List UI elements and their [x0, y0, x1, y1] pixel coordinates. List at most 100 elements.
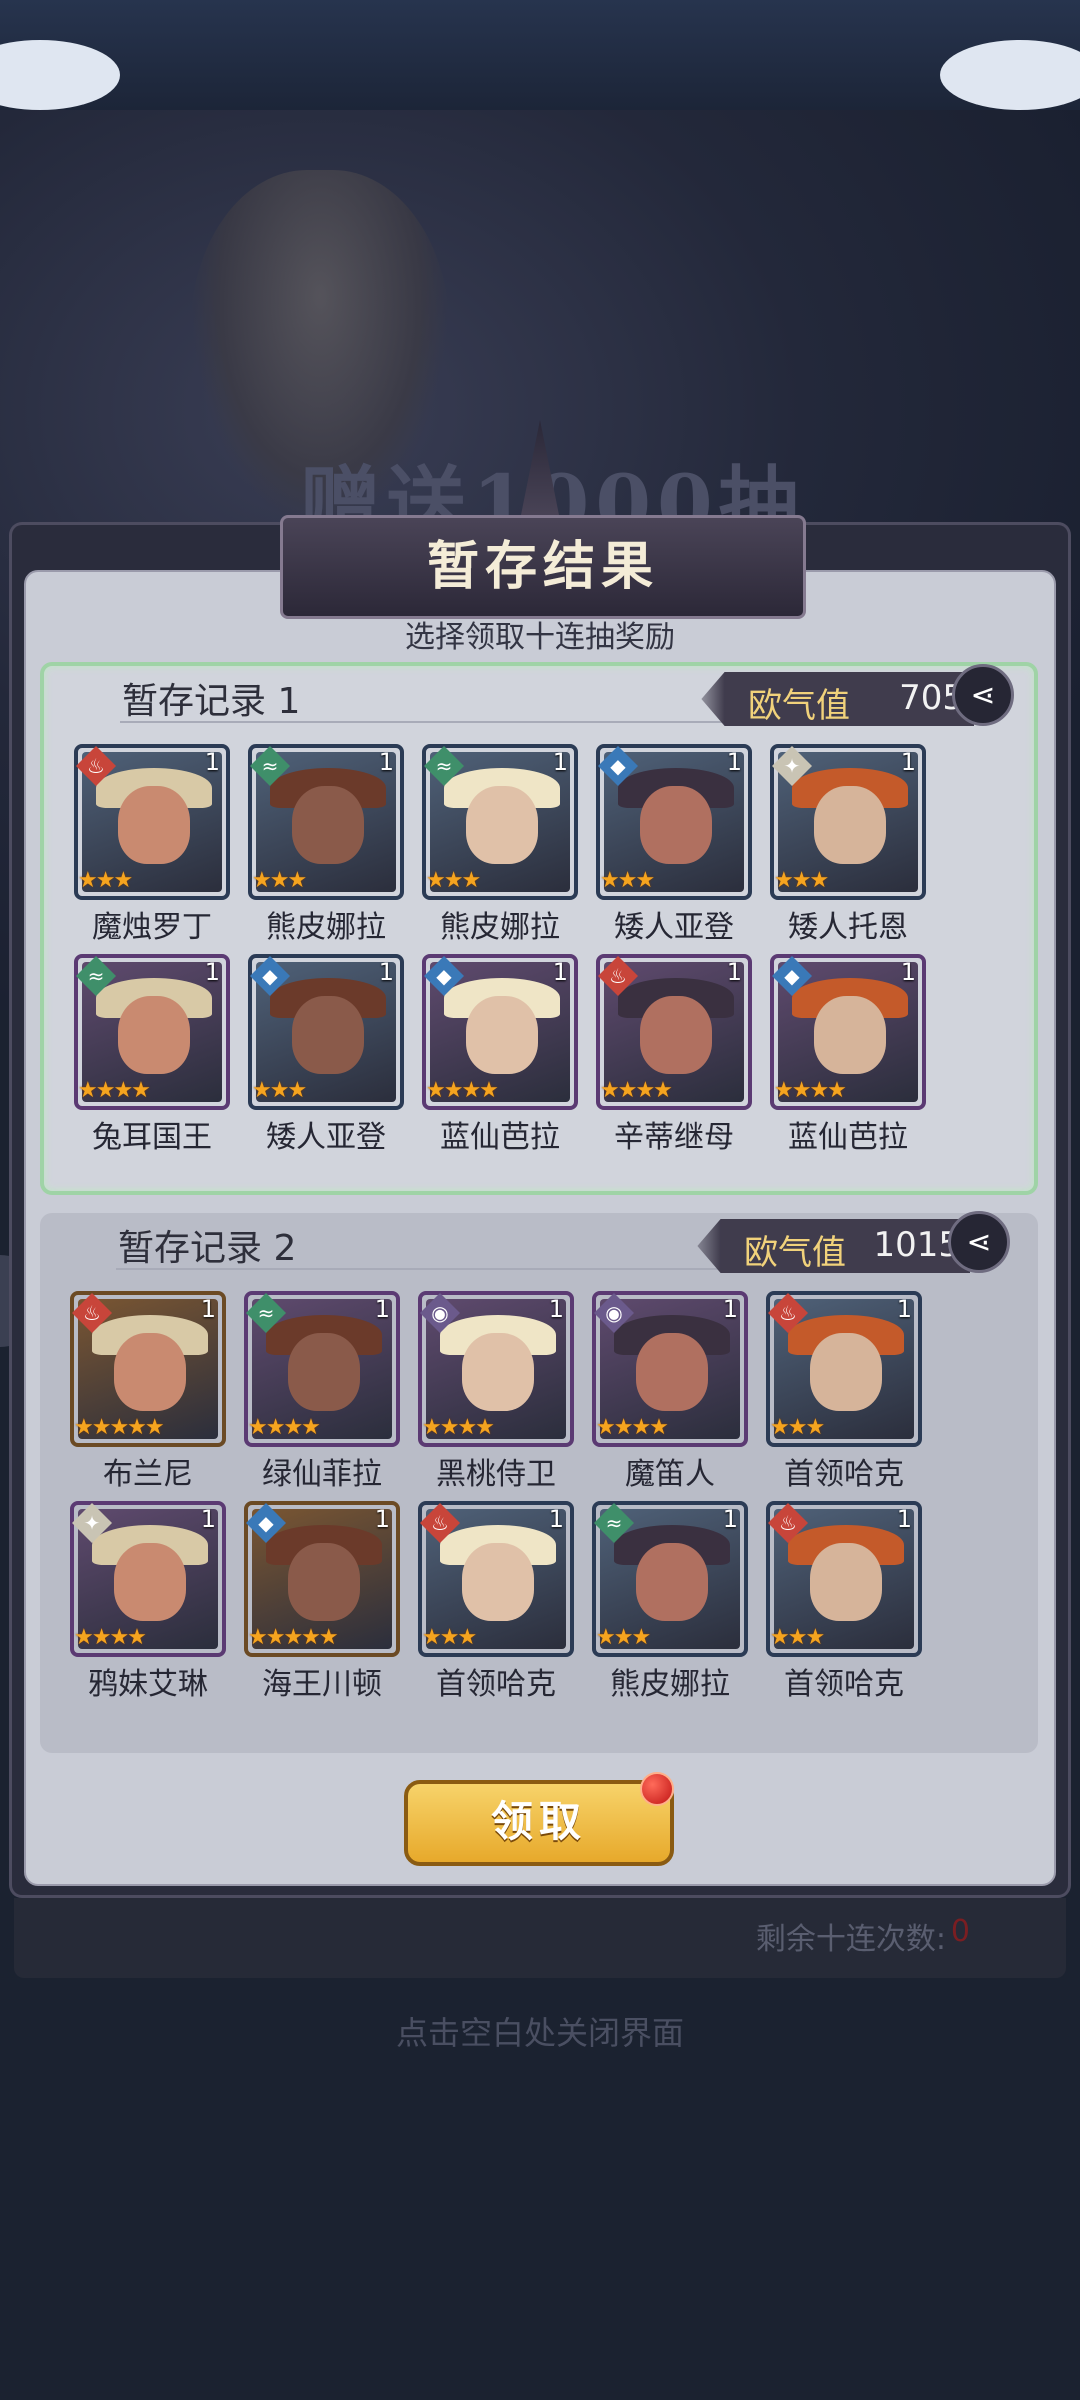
hero-stars: ★★★ [774, 868, 829, 893]
hero-card[interactable]: ≈ 1 ★★★ 熊皮娜拉 [592, 1501, 748, 1703]
record-1[interactable]: 暂存记录 1 欧气值 705 ⋖ ♨ 1 ★★★ 魔烛罗丁 ≈ 1 ★★★ 熊皮… [40, 662, 1038, 1195]
hero-face [814, 996, 886, 1074]
hero-name: 兔耳国王 [92, 1120, 212, 1155]
hero-name: 鸦妹艾琳 [88, 1667, 208, 1702]
dialog-subtitle: 选择领取十连抽奖励 [405, 620, 675, 655]
hero-card[interactable]: ≈ 1 ★★★★ 兔耳国王 [74, 954, 230, 1156]
hero-stars: ★★★★ [600, 1078, 673, 1103]
hero-card[interactable]: ♨ 1 ★★★★★ 布兰尼 [70, 1291, 226, 1493]
share-icon: ⋖ [966, 1224, 992, 1260]
hero-stars: ★★★ [252, 1078, 307, 1103]
hero-face [466, 786, 538, 864]
hero-face [462, 1333, 534, 1411]
cloud-right [940, 40, 1080, 110]
hero-name: 熊皮娜拉 [440, 910, 560, 945]
record-2[interactable]: 暂存记录 2 欧气值 1015 ⋖ ♨ 1 ★★★★★ 布兰尼 ≈ 1 ★★★★… [40, 1211, 1038, 1753]
hero-card[interactable]: ≈ 1 ★★★ 熊皮娜拉 [422, 744, 578, 946]
hero-face [292, 996, 364, 1074]
hero-level: 1 [726, 958, 742, 986]
close-hint[interactable]: 点击空白处关闭界面 [0, 2008, 1080, 2054]
cloud-left [0, 40, 120, 110]
hero-name: 矮人亚登 [266, 1120, 386, 1155]
hero-stars: ★★★★ [248, 1415, 321, 1440]
hero-card[interactable]: ≈ 1 ★★★ 熊皮娜拉 [248, 744, 404, 946]
hero-level: 1 [896, 1505, 912, 1533]
share-button[interactable]: ⋖ [948, 1211, 1010, 1273]
hero-card[interactable]: ✦ 1 ★★★ 矮人托恩 [770, 744, 926, 946]
hero-face [640, 996, 712, 1074]
claim-button[interactable]: 领取 [404, 1780, 674, 1866]
hero-level: 1 [900, 748, 916, 776]
hero-name: 海王川顿 [262, 1667, 382, 1702]
hero-name: 熊皮娜拉 [266, 910, 386, 945]
hero-face [814, 786, 886, 864]
hero-level: 1 [896, 1295, 912, 1323]
hero-card[interactable]: ◉ 1 ★★★★ 魔笛人 [592, 1291, 748, 1493]
hero-level: 1 [552, 958, 568, 986]
hero-name: 矮人托恩 [788, 910, 908, 945]
hero-name: 蓝仙芭拉 [440, 1120, 560, 1155]
luck-value: 1015 [873, 1225, 960, 1265]
hero-stars: ★★★★ [426, 1078, 499, 1103]
hero-face [466, 996, 538, 1074]
hero-name: 首领哈克 [784, 1667, 904, 1702]
notification-dot [640, 1772, 674, 1806]
hero-level: 1 [374, 1505, 390, 1533]
hero-stars: ★★★ [78, 868, 133, 893]
hero-card[interactable]: ◆ 1 ★★★★★ 海王川顿 [244, 1501, 400, 1703]
hero-card[interactable]: ◆ 1 ★★★★ 蓝仙芭拉 [770, 954, 926, 1156]
hero-face [636, 1543, 708, 1621]
hero-card[interactable]: ≈ 1 ★★★★ 绿仙菲拉 [244, 1291, 400, 1493]
hero-stars: ★★★★ [422, 1415, 495, 1440]
hero-stars: ★★★★ [774, 1078, 847, 1103]
hero-card[interactable]: ◆ 1 ★★★ 矮人亚登 [596, 744, 752, 946]
hero-face [118, 786, 190, 864]
share-icon: ⋖ [970, 677, 996, 713]
hero-name: 首领哈克 [436, 1667, 556, 1702]
top-sky [0, 0, 1080, 110]
hero-stars: ★★★ [422, 1625, 477, 1650]
hero-level: 1 [900, 958, 916, 986]
hero-face [636, 1333, 708, 1411]
hero-name: 辛蒂继母 [614, 1120, 734, 1155]
hero-level: 1 [200, 1295, 216, 1323]
hero-card[interactable]: ◆ 1 ★★★★ 蓝仙芭拉 [422, 954, 578, 1156]
hero-level: 1 [726, 748, 742, 776]
luck-label: 欧气值 [748, 686, 850, 726]
luck-value: 705 [899, 678, 964, 718]
hero-level: 1 [548, 1505, 564, 1533]
remaining-value: 0 [950, 1914, 970, 1949]
hero-face [288, 1543, 360, 1621]
hero-stars: ★★★ [252, 868, 307, 893]
hero-card[interactable]: ◆ 1 ★★★ 矮人亚登 [248, 954, 404, 1156]
hero-face [118, 996, 190, 1074]
hero-face [114, 1333, 186, 1411]
hero-level: 1 [378, 958, 394, 986]
hero-face [462, 1543, 534, 1621]
hero-name: 布兰尼 [103, 1457, 193, 1492]
hero-card[interactable]: ♨ 1 ★★★★ 辛蒂继母 [596, 954, 752, 1156]
hero-card[interactable]: ✦ 1 ★★★★ 鸦妹艾琳 [70, 1501, 226, 1703]
hero-face [288, 1333, 360, 1411]
hero-card[interactable]: ♨ 1 ★★★ 魔烛罗丁 [74, 744, 230, 946]
hero-name: 魔笛人 [625, 1457, 715, 1492]
hero-stars: ★★★★★ [248, 1625, 339, 1650]
hero-name: 魔烛罗丁 [92, 910, 212, 945]
luck-value-plate: 欧气值 1015 [680, 1219, 980, 1273]
hero-card[interactable]: ♨ 1 ★★★ 首领哈克 [418, 1501, 574, 1703]
record-title: 暂存记录 1 [122, 681, 301, 722]
hero-level: 1 [722, 1295, 738, 1323]
hero-stars: ★★★ [600, 868, 655, 893]
hero-name: 熊皮娜拉 [610, 1667, 730, 1702]
hero-stars: ★★★★ [78, 1078, 151, 1103]
hero-card[interactable]: ◉ 1 ★★★★ 黑桃侍卫 [418, 1291, 574, 1493]
hero-stars: ★★★ [596, 1625, 651, 1650]
share-button[interactable]: ⋖ [952, 664, 1014, 726]
hero-level: 1 [200, 1505, 216, 1533]
hero-face [292, 786, 364, 864]
dialog-title: 暂存结果 [280, 515, 806, 619]
hero-name: 蓝仙芭拉 [788, 1120, 908, 1155]
hero-card[interactable]: ♨ 1 ★★★ 首领哈克 [766, 1291, 922, 1493]
luck-label: 欧气值 [744, 1233, 846, 1273]
hero-card[interactable]: ♨ 1 ★★★ 首领哈克 [766, 1501, 922, 1703]
